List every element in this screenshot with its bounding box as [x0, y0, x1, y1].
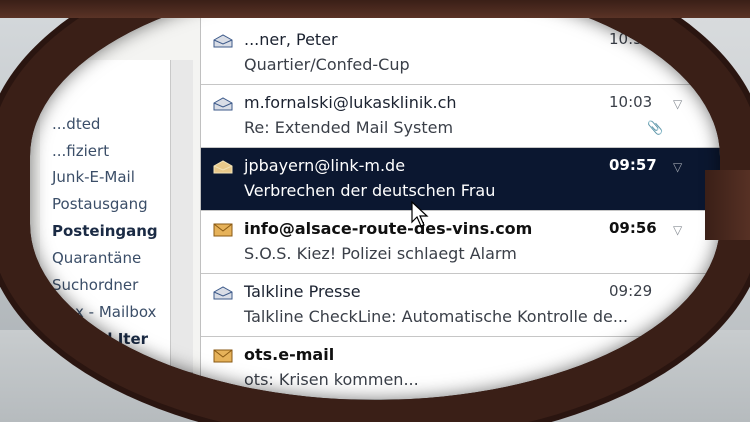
flag-icon[interactable]: ▽: [673, 223, 685, 237]
paperclip-icon: 📎: [647, 121, 664, 136]
flag-icon[interactable]: ▽: [673, 97, 685, 111]
glasses-frame-top: [0, 0, 750, 18]
flag-icon[interactable]: ▽: [673, 34, 685, 48]
folder-item[interactable]: ...fiziert: [52, 142, 109, 160]
folder-item[interactable]: ...rfe: [52, 357, 87, 375]
folder-item-search[interactable]: Suchordner: [52, 276, 138, 294]
message-row[interactable]: ...ner, Peter Quartier/Confed-Cup 10:52 …: [201, 22, 720, 85]
message-row-selected[interactable]: jpbayern@link-m.de Verbrechen der deutsc…: [201, 148, 720, 211]
message-row[interactable]: Talkline Presse Talkline CheckLine: Auto…: [201, 274, 720, 337]
folder-pane: ...dted ...fiziert Junk-E-Mail Postausga…: [40, 60, 190, 400]
folder-item[interactable]: ...dted: [52, 115, 100, 133]
message-row-unread[interactable]: info@alsace-route-des-vins.com S.O.S. Ki…: [201, 211, 720, 274]
message-row[interactable]: m.fornalski@lukasklinik.ch Re: Extended …: [201, 85, 720, 148]
message-time: 10:52: [609, 30, 653, 48]
envelope-open-icon: [213, 97, 233, 111]
envelope-open-icon: [213, 160, 233, 174]
flag-icon[interactable]: ▽: [673, 160, 685, 174]
message-sender: ots.e-mail: [244, 345, 335, 364]
message-time: 09:57: [609, 156, 657, 174]
message-time: 09:56: [609, 219, 657, 237]
message-subject: S.O.S. Kiez! Polizei schlaegt Alarm: [244, 244, 517, 263]
folder-item-quarantine[interactable]: Quarantäne: [52, 249, 141, 267]
magnifier-lens: ...dted ...fiziert Junk-E-Mail Postausga…: [30, 0, 720, 400]
message-time: 10:03: [609, 93, 653, 111]
message-sender: jpbayern@link-m.de: [244, 156, 406, 175]
message-sender: m.fornalski@lukasklinik.ch: [244, 93, 457, 112]
envelope-closed-icon: [213, 349, 233, 363]
scroll-down-arrow-icon[interactable]: ▼: [171, 372, 193, 395]
message-sender: info@alsace-route-des-vins.com: [244, 219, 533, 238]
envelope-open-icon: [213, 286, 233, 300]
folder-item-junk[interactable]: Junk-E-Mail: [52, 168, 135, 186]
envelope-closed-icon: [213, 223, 233, 237]
message-sender: ...ner, Peter: [244, 30, 338, 49]
message-time: 09:29: [609, 282, 653, 300]
envelope-open-icon: [213, 34, 233, 48]
message-subject: Re: Extended Mail System: [244, 118, 454, 137]
glasses-frame-hinge: [705, 170, 750, 240]
folder-scrollbar[interactable]: ▼: [170, 60, 193, 395]
folder-item-deleted[interactable]: ...leted Iter: [52, 330, 148, 348]
message-subject: Talkline CheckLine: Automatische Kontrol…: [244, 307, 629, 326]
message-subject: ots: Krisen kommen...: [244, 370, 419, 389]
mouse-pointer-icon: [411, 200, 429, 227]
folder-item-outbox[interactable]: Postausgang: [52, 195, 148, 213]
message-sender: Talkline Presse: [244, 282, 361, 301]
message-subject: Quartier/Confed-Cup: [244, 55, 410, 74]
message-subject: Verbrechen der deutschen Frau: [244, 181, 496, 200]
folder-item-inbox[interactable]: Posteingang: [52, 222, 158, 240]
folder-item-mailbox[interactable]: ...ox - Mailbox: [52, 303, 156, 321]
message-row-unread[interactable]: ots.e-mail ots: Krisen kommen...: [201, 337, 720, 400]
message-list: ...ner, Peter Quartier/Confed-Cup 10:52 …: [200, 0, 720, 400]
